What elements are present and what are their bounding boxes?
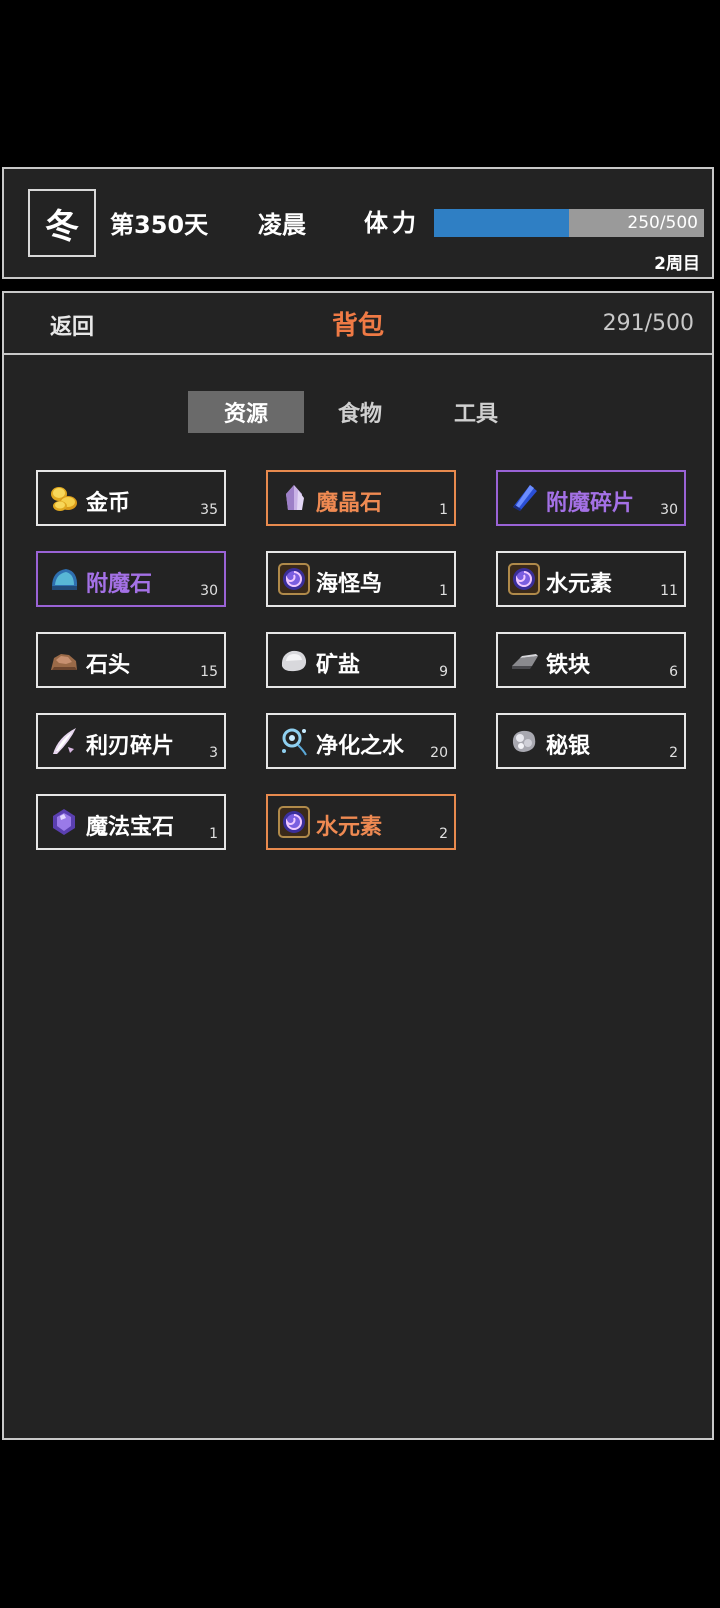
inventory-item-slot[interactable]: 水元素 2 [266, 794, 456, 850]
item-name: 秘银 [546, 734, 591, 759]
day-counter: 第350天 [110, 211, 209, 239]
item-count: 9 [439, 664, 448, 680]
tab-food[interactable]: 食物 [302, 391, 418, 433]
magic-crystal-icon [278, 482, 310, 514]
item-name: 水元素 [316, 815, 383, 840]
inventory-item-slot[interactable]: 铁块 6 [496, 632, 686, 688]
inventory-item-slot[interactable]: 附魔石 30 [36, 551, 226, 607]
item-count: 30 [200, 583, 218, 599]
inventory-item-slot[interactable]: 魔法宝石 1 [36, 794, 226, 850]
rock-salt-icon [278, 644, 310, 676]
vortex-orb-icon [508, 563, 540, 595]
tab-resources[interactable]: 资源 [188, 391, 304, 433]
item-name: 矿盐 [316, 653, 361, 678]
item-name: 铁块 [546, 653, 591, 678]
item-count: 3 [209, 745, 218, 761]
mithril-icon [508, 725, 540, 757]
item-name: 利刃碎片 [86, 734, 175, 759]
magic-gem-icon [48, 806, 80, 838]
inventory-item-slot[interactable]: 水元素 11 [496, 551, 686, 607]
purified-water-icon [278, 725, 310, 757]
inventory-item-slot[interactable]: 净化之水 20 [266, 713, 456, 769]
inventory-item-slot[interactable]: 海怪鸟 1 [266, 551, 456, 607]
item-count: 30 [660, 502, 678, 518]
item-count: 20 [430, 745, 448, 761]
item-name: 附魔石 [86, 572, 153, 597]
item-name: 金币 [86, 491, 131, 516]
item-count: 1 [439, 502, 448, 518]
item-name: 魔法宝石 [86, 815, 175, 840]
stamina-label: 体力 [364, 209, 420, 237]
iron-ingot-icon [508, 644, 540, 676]
inventory-item-slot[interactable]: 秘银 2 [496, 713, 686, 769]
item-count: 1 [209, 826, 218, 842]
enchant-shard-icon [508, 482, 540, 514]
time-of-day: 凌晨 [258, 211, 306, 239]
enchant-stone-icon [48, 563, 80, 595]
stamina-value: 250/500 [627, 213, 698, 233]
bag-capacity: 291/500 [602, 311, 694, 336]
item-name: 魔晶石 [316, 491, 383, 516]
stone-icon [48, 644, 80, 676]
vortex-orb-icon [278, 806, 310, 838]
stamina-bar-fill [434, 209, 569, 237]
item-name: 附魔碎片 [546, 491, 635, 516]
inventory-item-slot[interactable]: 附魔碎片 30 [496, 470, 686, 526]
vortex-orb-icon [278, 563, 310, 595]
inventory-item-slot[interactable]: 利刃碎片 3 [36, 713, 226, 769]
bag-header: 返回 背包 291/500 [4, 293, 712, 355]
blade-shard-icon [48, 725, 80, 757]
season-indicator: 冬 [28, 189, 96, 257]
tab-tools[interactable]: 工具 [418, 391, 534, 433]
item-count: 11 [660, 583, 678, 599]
inventory-item-slot[interactable]: 金币 35 [36, 470, 226, 526]
item-name: 水元素 [546, 572, 613, 597]
inventory-item-slot[interactable]: 矿盐 9 [266, 632, 456, 688]
item-count: 2 [439, 826, 448, 842]
item-count: 2 [669, 745, 678, 761]
playthrough-round: 2周目 [654, 254, 700, 274]
bag-panel: 返回 背包 291/500 资源 食物 工具 金币 35 魔晶石 1 附魔碎片 30 附魔石… [2, 291, 714, 1440]
item-name: 石头 [86, 653, 131, 678]
gold-coins-icon [48, 482, 80, 514]
inventory-item-slot[interactable]: 魔晶石 1 [266, 470, 456, 526]
item-name: 净化之水 [316, 734, 405, 759]
item-name: 海怪鸟 [316, 572, 383, 597]
item-count: 6 [669, 664, 678, 680]
inventory-item-slot[interactable]: 石头 15 [36, 632, 226, 688]
item-count: 35 [200, 502, 218, 518]
status-panel: 冬 第350天 凌晨 体力 250/500 2周目 [2, 167, 714, 279]
item-count: 15 [200, 664, 218, 680]
stamina-bar: 250/500 [434, 209, 704, 237]
item-count: 1 [439, 583, 448, 599]
